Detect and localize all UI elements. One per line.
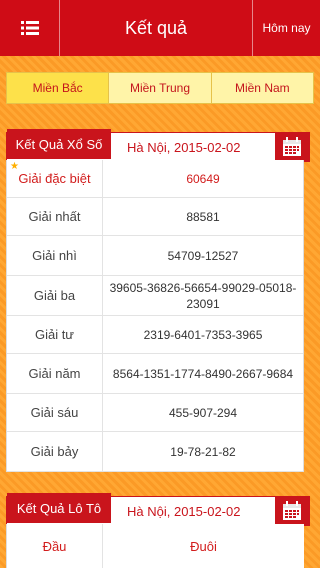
prize-value: 88581 (186, 209, 220, 224)
results-header: Kết Quả Xổ Số Hà Nội, 2015-02-02 (6, 129, 310, 162)
star-icon: ★ (10, 161, 19, 172)
table-row: Giải nhất 88581 (7, 198, 303, 236)
calendar-icon (283, 501, 301, 520)
results-date: Hà Nội, 2015-02-02 (127, 139, 241, 155)
prize-value: 19-78-21-82 (170, 444, 236, 459)
table-row: Giải năm 8564-1351-1774-8490-2667-9684 (7, 354, 303, 394)
loto-header: Kết Quả Lô Tô Hà Nội, 2015-02-02 (6, 493, 310, 526)
loto-col-head: Đầu (7, 524, 103, 568)
prize-label: Giải bảy (7, 432, 103, 471)
prize-value: 455-907-294 (168, 405, 238, 420)
prize-label: ★ Giải đặc biệt (7, 160, 103, 197)
tab-mien-nam[interactable]: Miền Nam (212, 73, 313, 103)
top-navbar: Kết quả Hôm nay (0, 0, 320, 56)
results-calendar-button[interactable] (275, 133, 309, 161)
today-button[interactable]: Hôm nay (252, 0, 320, 56)
table-row: ★ Giải đặc biệt 60649 (7, 160, 303, 198)
page-title: Kết quả (124, 17, 188, 38)
loto-table-header: Đầu Đuôi (6, 524, 304, 568)
results-section-label: Kết Quả Xổ Số (7, 129, 111, 159)
tab-mien-bac[interactable]: Miền Bắc (7, 73, 110, 103)
menu-button[interactable] (0, 0, 60, 56)
region-tabs: Miền Bắc Miền Trung Miền Nam (6, 72, 314, 104)
calendar-icon (283, 137, 301, 156)
prize-value: 54709-12527 (167, 248, 239, 263)
table-row: Giải ba 39605-36826-56654-99029-05018-23… (7, 276, 303, 316)
prize-label: Giải nhì (7, 236, 103, 275)
prize-value: 60649 (186, 171, 220, 186)
loto-col-tail: Đuôi (190, 538, 217, 554)
menu-icon (20, 21, 39, 35)
tab-mien-trung[interactable]: Miền Trung (109, 73, 212, 103)
prize-label: Giải năm (7, 354, 103, 393)
loto-calendar-button[interactable] (275, 497, 309, 525)
table-row: Giải tư 2319-6401-7353-3965 (7, 316, 303, 354)
loto-section-label: Kết Quả Lô Tô (7, 493, 111, 523)
prize-label: Giải ba (7, 276, 103, 315)
table-row: Giải sáu 455-907-294 (7, 394, 303, 432)
table-row: Giải nhì 54709-12527 (7, 236, 303, 276)
loto-date: Hà Nội, 2015-02-02 (127, 503, 241, 519)
results-table: ★ Giải đặc biệt 60649 Giải nhất 88581 Gi… (6, 160, 304, 472)
prize-value: 39605-36826-56654-99029-05018-23091 (109, 280, 297, 311)
prize-label: Giải nhất (7, 198, 103, 235)
table-row: Giải bảy 19-78-21-82 (7, 432, 303, 472)
prize-value: 2319-6401-7353-3965 (143, 327, 263, 342)
prize-value: 8564-1351-1774-8490-2667-9684 (112, 366, 294, 381)
prize-label: Giải tư (7, 316, 103, 353)
prize-label: Giải sáu (7, 394, 103, 431)
